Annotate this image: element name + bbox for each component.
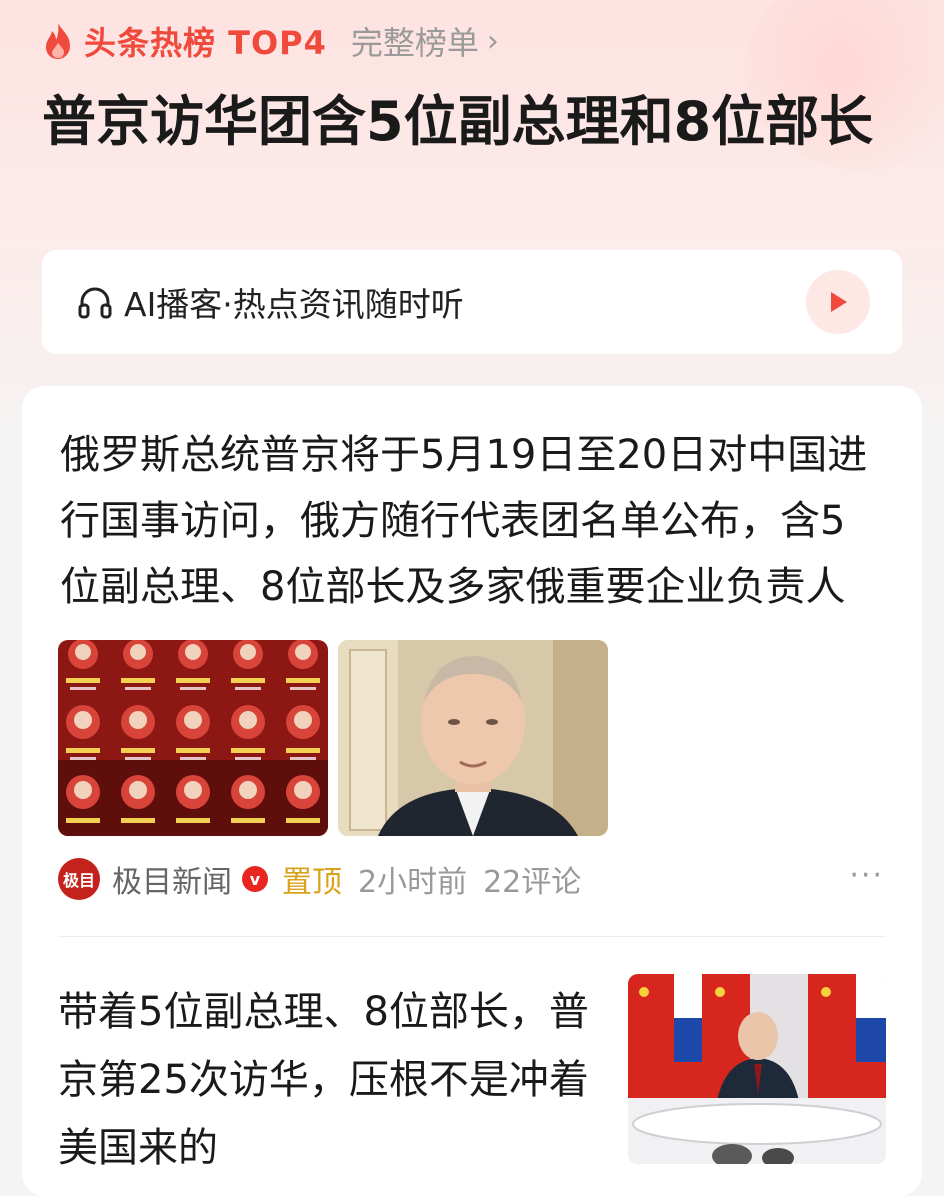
flame-icon xyxy=(46,23,70,59)
putin-portrait-image[interactable] xyxy=(338,640,608,836)
page-title: 普京访华团含5位副总理和8位部长 xyxy=(42,90,874,153)
article-1-images[interactable] xyxy=(58,640,608,836)
delegation-grid-image[interactable] xyxy=(58,640,328,836)
headphones-icon xyxy=(78,287,112,319)
publish-time: 2小时前 xyxy=(358,865,468,900)
play-icon xyxy=(831,292,847,312)
pinned-tag: 置顶 xyxy=(282,865,342,900)
source-logo[interactable]: 极目 xyxy=(58,858,100,900)
podcast-label: AI播客·热点资讯随时听 xyxy=(124,285,464,324)
play-button[interactable] xyxy=(806,270,870,334)
full-list-link[interactable]: 完整榜单 xyxy=(351,18,479,64)
article-2-title[interactable]: 带着5位副总理、8位部长，普京第25次访华，压根不是冲着美国来的 xyxy=(58,978,618,1182)
divider xyxy=(58,936,886,937)
ai-podcast-bar[interactable]: AI播客·热点资讯随时听 xyxy=(42,250,902,354)
article-1-meta: 极目 极目新闻 v 置顶 2小时前 22评论 ··· xyxy=(58,858,884,900)
verified-badge-icon: v xyxy=(242,866,268,892)
more-icon[interactable]: ··· xyxy=(849,858,884,893)
source-name[interactable]: 极目新闻 xyxy=(112,857,232,901)
article-2-image[interactable] xyxy=(628,974,886,1164)
chevron-right-icon[interactable]: › xyxy=(487,24,499,59)
article-list-card: 俄罗斯总统普京将于5月19日至20日对中国进行国事访问，俄方随行代表团名单公布，… xyxy=(22,386,922,1196)
hot-list-topline: 头条热榜 TOP4 完整榜单 › xyxy=(40,16,499,66)
hot-list-title: 头条热榜 TOP4 xyxy=(84,24,327,62)
article-1-summary[interactable]: 俄罗斯总统普京将于5月19日至20日对中国进行国事访问，俄方随行代表团名单公布，… xyxy=(60,422,870,620)
comment-count[interactable]: 22评论 xyxy=(483,857,581,901)
